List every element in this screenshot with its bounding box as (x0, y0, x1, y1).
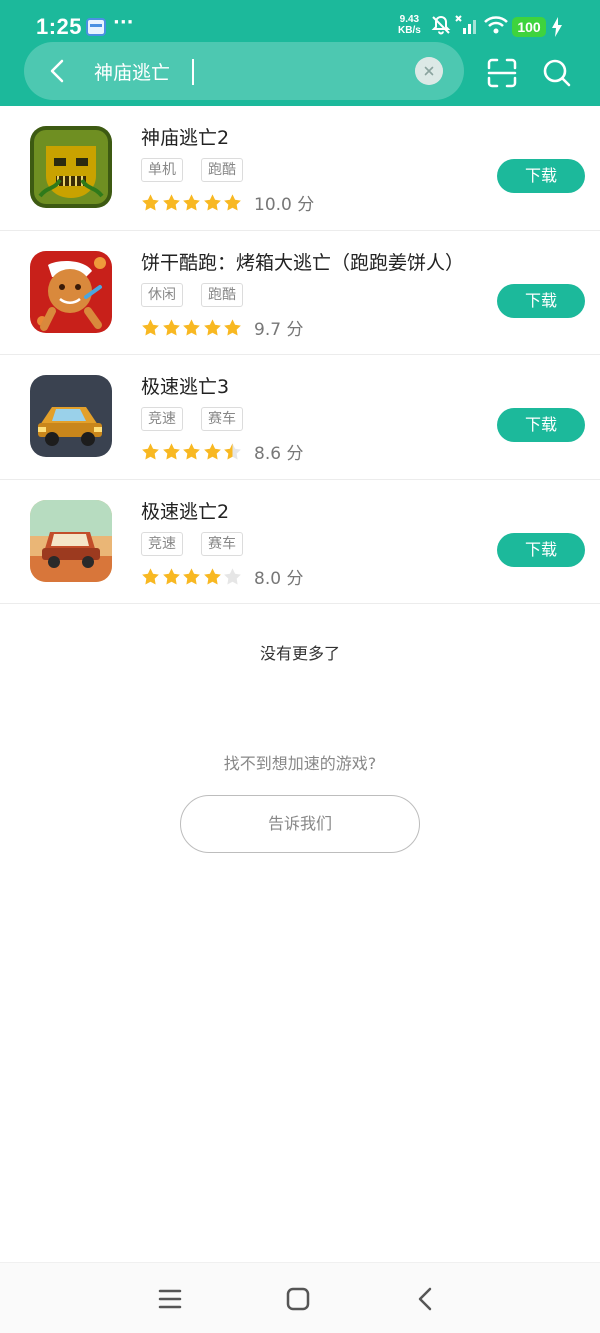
app-name: 饼干酷跑：烤箱大逃亡（跑跑姜饼人） (141, 251, 465, 274)
download-button[interactable]: 下载 (497, 159, 585, 193)
app-name: 极速逃亡2 (141, 500, 230, 523)
charging-icon (552, 17, 562, 37)
download-button[interactable]: 下载 (497, 532, 585, 567)
app-name: 神庙逃亡2 (141, 127, 230, 149)
app-tag: 单机 (141, 158, 183, 182)
clear-icon[interactable] (415, 57, 443, 85)
star-full-icon (183, 567, 200, 584)
notification-app-icon (86, 18, 106, 36)
app-tag: 跑酷 (201, 282, 243, 307)
app-score: 10.0 分 (254, 195, 315, 215)
tell-us-button[interactable]: 告诉我们 (180, 795, 420, 853)
app-tag: 休闲 (141, 282, 183, 307)
mute-bell-icon (431, 15, 451, 35)
app-tags: 竞速 赛车 (141, 531, 243, 556)
system-nav-bar (0, 1262, 600, 1333)
rating-stars (141, 193, 242, 212)
app-tag: 赛车 (201, 407, 243, 431)
more-notifications-icon: ··· (113, 12, 134, 33)
star-full-icon (183, 443, 200, 460)
temple-run-2-app-icon[interactable] (30, 126, 112, 208)
scan-icon[interactable] (486, 57, 518, 89)
star-full-icon (203, 567, 221, 584)
app-rating: 8.6 分 (141, 439, 303, 464)
app-rating: 9.7 分 (141, 315, 303, 340)
star-full-icon (142, 194, 159, 211)
app-tag: 竞速 (141, 531, 183, 556)
star-full-icon (203, 318, 221, 335)
app-tags: 单机 跑酷 (141, 158, 243, 182)
text-caret (192, 59, 194, 85)
search-input[interactable] (94, 54, 394, 88)
search-results-list: 神庙逃亡2 单机 跑酷 10.0 分 下载 饼干酷跑：烤箱大逃亡（跑跑姜饼人） … (0, 106, 600, 604)
star-full-icon (203, 443, 221, 460)
net-speed: 9.43 KB/s (398, 14, 421, 36)
search-bar (24, 42, 464, 100)
status-time: 1:25 (36, 14, 83, 39)
result-item[interactable]: 极速逃亡3 竞速 赛车 8.6 分 下载 (0, 355, 600, 480)
net-speed-value: 9.43 (399, 14, 420, 25)
app-tags: 竞速 赛车 (141, 407, 243, 431)
download-button[interactable]: 下载 (497, 408, 585, 442)
menu-icon[interactable] (154, 1283, 186, 1315)
wifi-icon (484, 16, 508, 34)
app-header: 1:25 ··· 9.43 KB/s 100 (0, 0, 600, 106)
star-full-icon (142, 443, 159, 460)
signal-icon (455, 15, 476, 34)
star-full-icon (162, 443, 180, 460)
speed-escape-3-app-icon[interactable] (30, 375, 112, 457)
star-empty-icon (224, 567, 241, 584)
back-icon[interactable] (410, 1283, 442, 1315)
home-icon[interactable] (282, 1283, 314, 1315)
speed-escape-2-app-icon[interactable] (30, 499, 112, 582)
app-name: 极速逃亡3 (141, 376, 230, 398)
download-button[interactable]: 下载 (497, 283, 585, 318)
missing-game-prompt: 找不到想加速的游戏? (223, 754, 377, 773)
star-full-icon (224, 194, 241, 211)
app-score: 8.6 分 (254, 444, 304, 464)
star-full-icon (162, 318, 180, 335)
app-tags: 休闲 跑酷 (141, 282, 243, 307)
star-full-icon (183, 318, 200, 335)
rating-stars (141, 318, 242, 337)
star-full-icon (162, 567, 180, 584)
app-tag: 竞速 (141, 407, 183, 431)
search-icon[interactable] (541, 57, 573, 89)
net-speed-unit: KB/s (398, 25, 421, 36)
app-tag: 赛车 (201, 531, 243, 556)
rating-stars (141, 442, 242, 461)
back-arrow-icon[interactable] (42, 55, 74, 87)
star-full-icon (162, 194, 180, 211)
cookie-run-app-icon[interactable] (30, 250, 112, 333)
star-full-icon (183, 194, 200, 211)
rating-stars (141, 567, 242, 586)
app-rating: 8.0 分 (141, 564, 303, 589)
star-full-icon (203, 194, 221, 211)
star-half-icon (224, 443, 241, 460)
app-rating: 10.0 分 (141, 190, 314, 215)
star-full-icon (224, 318, 241, 335)
result-item[interactable]: 神庙逃亡2 单机 跑酷 10.0 分 下载 (0, 106, 600, 231)
result-item[interactable]: 极速逃亡2 竞速 赛车 8.0 分 下载 (0, 480, 600, 604)
app-score: 9.7 分 (254, 319, 304, 340)
no-more-results-text: 没有更多了 (259, 644, 340, 663)
battery-level: 100 (512, 17, 546, 37)
app-tag: 跑酷 (201, 158, 243, 182)
result-item[interactable]: 饼干酷跑：烤箱大逃亡（跑跑姜饼人） 休闲 跑酷 9.7 分 下载 (0, 231, 600, 355)
app-score: 8.0 分 (254, 568, 304, 589)
star-full-icon (142, 318, 159, 335)
star-full-icon (142, 567, 159, 584)
